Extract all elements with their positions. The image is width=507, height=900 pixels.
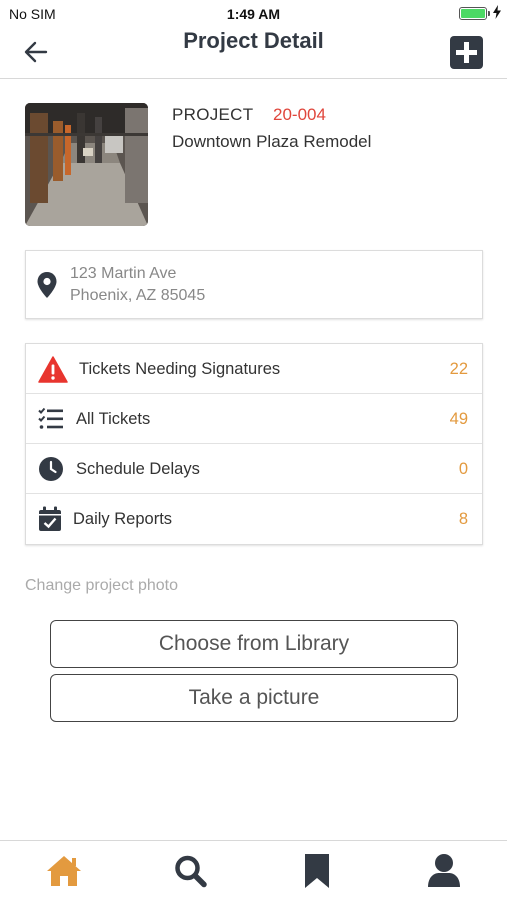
project-photo[interactable] (25, 103, 148, 226)
clock-icon (39, 457, 63, 481)
bookmark-icon (305, 854, 329, 888)
project-menu: Tickets Needing Signatures 22 All Ticket… (25, 343, 483, 545)
menu-item-count: 22 (449, 360, 468, 378)
project-label: PROJECT (172, 105, 254, 124)
address-card[interactable]: 123 Martin Ave Phoenix, AZ 85045 (25, 250, 483, 319)
choose-from-library-button[interactable]: Choose from Library (50, 620, 458, 668)
battery-icon (459, 7, 487, 20)
tab-profile[interactable] (424, 853, 464, 889)
menu-item-count: 49 (449, 410, 468, 428)
clock-label: 1:49 AM (226, 6, 281, 22)
menu-item-label: Daily Reports (73, 510, 173, 528)
address-street: 123 Martin Ave (70, 265, 177, 282)
menu-item-all-tickets[interactable]: All Tickets 49 (26, 394, 482, 444)
tab-bar (0, 840, 507, 900)
charging-bolt-icon (493, 5, 501, 19)
tab-search[interactable] (171, 853, 211, 889)
map-pin-icon (37, 272, 57, 298)
project-number: 20-004 (273, 105, 326, 124)
warning-icon (38, 356, 68, 383)
construction-site-image (25, 103, 148, 226)
menu-item-tickets-needing-signatures[interactable]: Tickets Needing Signatures 22 (26, 344, 482, 394)
user-icon (428, 854, 460, 887)
status-bar: No SIM 1:49 AM (0, 0, 507, 26)
tab-home[interactable] (44, 853, 84, 889)
menu-item-label: Schedule Delays (76, 460, 200, 478)
tab-bookmarks[interactable] (297, 853, 337, 889)
nav-bar: Project Detail (0, 26, 507, 79)
menu-item-label: Tickets Needing Signatures (79, 360, 281, 378)
home-icon (47, 856, 81, 886)
take-picture-button[interactable]: Take a picture (50, 674, 458, 722)
menu-item-schedule-delays[interactable]: Schedule Delays 0 (26, 444, 482, 494)
plus-square-icon (456, 42, 477, 63)
page-title: Project Detail (183, 28, 324, 53)
search-icon (175, 855, 207, 888)
menu-item-label: All Tickets (76, 410, 151, 428)
address-city: Phoenix, AZ 85045 (70, 287, 206, 304)
checklist-icon (38, 407, 63, 429)
battery-tip (488, 11, 490, 16)
add-button[interactable] (450, 36, 483, 69)
calendar-check-icon (39, 506, 61, 531)
menu-item-count: 8 (458, 510, 468, 528)
change-photo-label: Change project photo (25, 577, 178, 594)
project-name: Downtown Plaza Remodel (172, 132, 372, 151)
menu-item-count: 0 (458, 460, 468, 478)
menu-item-daily-reports[interactable]: Daily Reports 8 (26, 494, 482, 544)
